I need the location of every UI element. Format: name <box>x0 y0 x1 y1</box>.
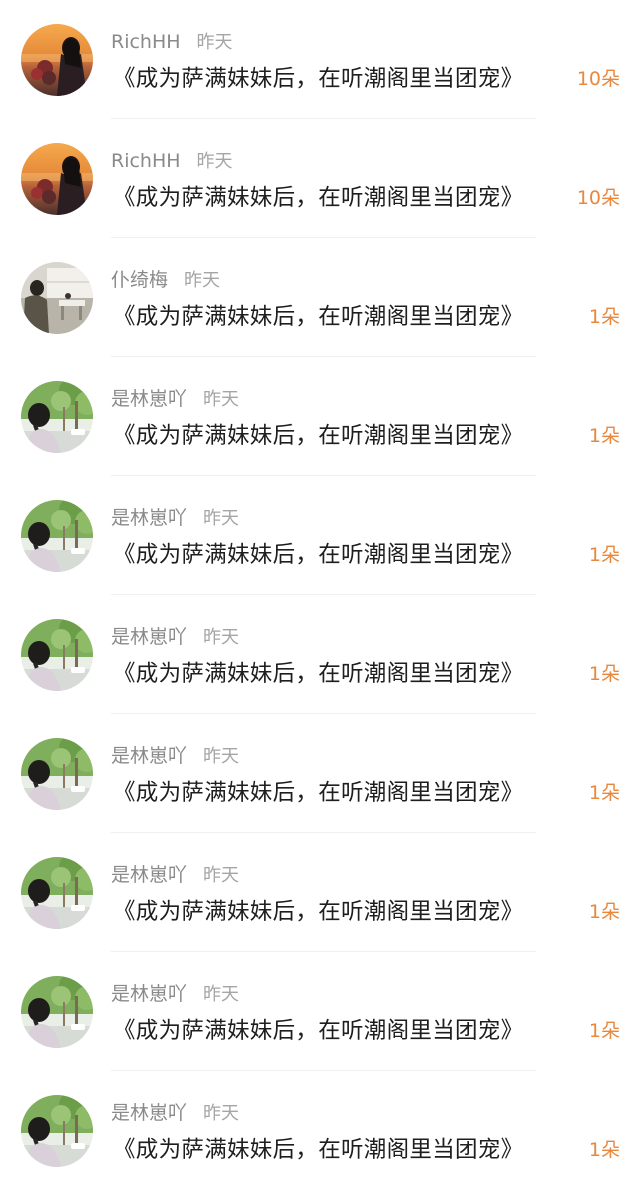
timestamp: 昨天 <box>203 389 240 410</box>
book-title[interactable]: 《成为萨满妹妹后，在听潮阁里当团宠》 <box>113 1135 523 1165</box>
trees-girl-avatar[interactable] <box>21 1095 93 1167</box>
list-item[interactable]: 是林崽吖 昨天 《成为萨满妹妹后，在听潮阁里当团宠》 1朵 <box>0 357 640 476</box>
timestamp: 昨天 <box>196 32 233 53</box>
book-title[interactable]: 《成为萨满妹妹后，在听潮阁里当团宠》 <box>113 421 523 451</box>
flower-count: 10朵 <box>576 68 620 90</box>
list-item[interactable]: 是林崽吖 昨天 《成为萨满妹妹后，在听潮阁里当团宠》 1朵 <box>0 1071 640 1190</box>
flower-count: 10朵 <box>576 187 620 209</box>
flower-count: 1朵 <box>588 901 620 923</box>
username[interactable]: RichHH <box>111 150 181 172</box>
list-item[interactable]: 是林崽吖 昨天 《成为萨满妹妹后，在听潮阁里当团宠》 1朵 <box>0 476 640 595</box>
item-meta: 是林崽吖 昨天 <box>111 625 239 649</box>
item-meta: 是林崽吖 昨天 <box>111 744 239 768</box>
username[interactable]: 仆绮梅 <box>111 269 168 291</box>
username[interactable]: 是林崽吖 <box>111 864 187 886</box>
trees-girl-avatar[interactable] <box>21 500 93 572</box>
timestamp: 昨天 <box>203 984 240 1005</box>
flower-count: 1朵 <box>588 1020 620 1042</box>
item-meta: 是林崽吖 昨天 <box>111 506 239 530</box>
list-item[interactable]: 是林崽吖 昨天 《成为萨满妹妹后，在听潮阁里当团宠》 1朵 <box>0 952 640 1071</box>
item-meta: RichHH 昨天 <box>111 149 233 173</box>
book-title[interactable]: 《成为萨满妹妹后，在听潮阁里当团宠》 <box>113 659 523 689</box>
flower-count: 1朵 <box>588 544 620 566</box>
item-meta: 是林崽吖 昨天 <box>111 863 239 887</box>
book-title[interactable]: 《成为萨满妹妹后，在听潮阁里当团宠》 <box>113 64 523 94</box>
trees-girl-avatar[interactable] <box>21 619 93 691</box>
timestamp: 昨天 <box>203 865 240 886</box>
timestamp: 昨天 <box>203 627 240 648</box>
list-item[interactable]: RichHH 昨天 《成为萨满妹妹后，在听潮阁里当团宠》 10朵 <box>0 0 640 119</box>
flower-count: 1朵 <box>588 782 620 804</box>
sunset-woman-avatar[interactable] <box>21 24 93 96</box>
book-title[interactable]: 《成为萨满妹妹后，在听潮阁里当团宠》 <box>113 540 523 570</box>
timestamp: 昨天 <box>184 270 221 291</box>
book-title[interactable]: 《成为萨满妹妹后，在听潮阁里当团宠》 <box>113 778 523 808</box>
username[interactable]: 是林崽吖 <box>111 745 187 767</box>
book-title[interactable]: 《成为萨满妹妹后，在听潮阁里当团宠》 <box>113 1016 523 1046</box>
username[interactable]: RichHH <box>111 31 181 53</box>
timestamp: 昨天 <box>203 1103 240 1124</box>
list-item[interactable]: 是林崽吖 昨天 《成为萨满妹妹后，在听潮阁里当团宠》 1朵 <box>0 714 640 833</box>
trees-girl-avatar[interactable] <box>21 381 93 453</box>
timestamp: 昨天 <box>203 746 240 767</box>
window-person-avatar[interactable] <box>21 262 93 334</box>
item-meta: RichHH 昨天 <box>111 30 233 54</box>
username[interactable]: 是林崽吖 <box>111 507 187 529</box>
timestamp: 昨天 <box>203 508 240 529</box>
sunset-woman-avatar[interactable] <box>21 143 93 215</box>
username[interactable]: 是林崽吖 <box>111 1102 187 1124</box>
flower-count: 1朵 <box>588 306 620 328</box>
flower-count: 1朵 <box>588 425 620 447</box>
username[interactable]: 是林崽吖 <box>111 388 187 410</box>
flower-count: 1朵 <box>588 663 620 685</box>
item-meta: 是林崽吖 昨天 <box>111 387 239 411</box>
trees-girl-avatar[interactable] <box>21 857 93 929</box>
item-meta: 仆绮梅 昨天 <box>111 268 220 292</box>
username[interactable]: 是林崽吖 <box>111 626 187 648</box>
book-title[interactable]: 《成为萨满妹妹后，在听潮阁里当团宠》 <box>113 183 523 213</box>
item-meta: 是林崽吖 昨天 <box>111 1101 239 1125</box>
item-meta: 是林崽吖 昨天 <box>111 982 239 1006</box>
trees-girl-avatar[interactable] <box>21 976 93 1048</box>
username[interactable]: 是林崽吖 <box>111 983 187 1005</box>
trees-girl-avatar[interactable] <box>21 738 93 810</box>
flower-count: 1朵 <box>588 1139 620 1161</box>
list-item[interactable]: 是林崽吖 昨天 《成为萨满妹妹后，在听潮阁里当团宠》 1朵 <box>0 833 640 952</box>
list-item[interactable]: 是林崽吖 昨天 《成为萨满妹妹后，在听潮阁里当团宠》 1朵 <box>0 595 640 714</box>
book-title[interactable]: 《成为萨满妹妹后，在听潮阁里当团宠》 <box>113 302 523 332</box>
book-title[interactable]: 《成为萨满妹妹后，在听潮阁里当团宠》 <box>113 897 523 927</box>
timestamp: 昨天 <box>196 151 233 172</box>
list-item[interactable]: 仆绮梅 昨天 《成为萨满妹妹后，在听潮阁里当团宠》 1朵 <box>0 238 640 357</box>
list-item[interactable]: RichHH 昨天 《成为萨满妹妹后，在听潮阁里当团宠》 10朵 <box>0 119 640 238</box>
